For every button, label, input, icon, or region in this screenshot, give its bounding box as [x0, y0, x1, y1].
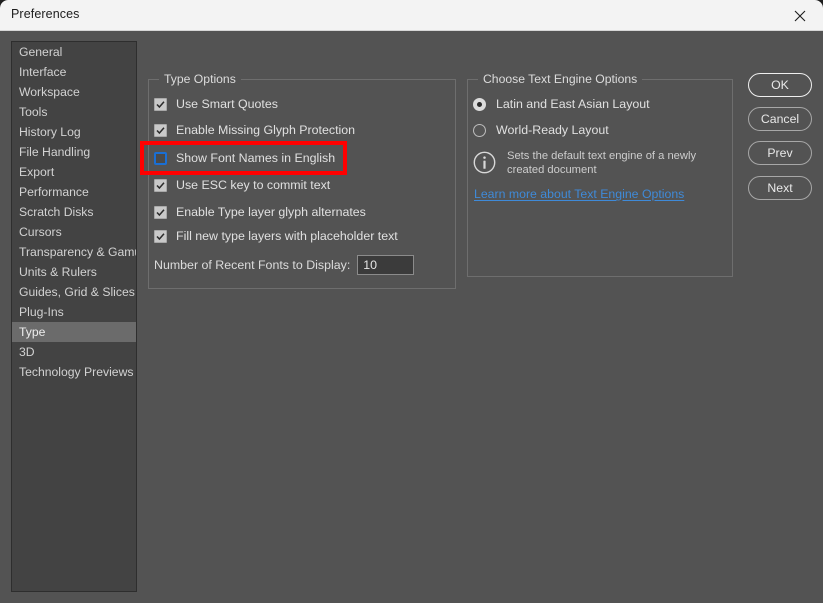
sidebar-item-type[interactable]: Type	[12, 322, 136, 342]
checkbox-label: Enable Type layer glyph alternates	[176, 205, 366, 219]
checkbox-label: Show Font Names in English	[176, 151, 336, 165]
sidebar-item-performance[interactable]: Performance	[12, 182, 136, 202]
sidebar-item-technology-previews[interactable]: Technology Previews	[12, 362, 136, 382]
sidebar-item-history-log[interactable]: History Log	[12, 122, 136, 142]
category-sidebar[interactable]: General Interface Workspace Tools Histor…	[11, 41, 137, 592]
recent-fonts-row: Number of Recent Fonts to Display:	[154, 255, 415, 275]
sidebar-item-transparency-gamut[interactable]: Transparency & Gamut	[12, 242, 136, 262]
learn-more-link[interactable]: Learn more about Text Engine Options	[474, 187, 684, 201]
checkbox-label: Use Smart Quotes	[176, 97, 278, 111]
recent-fonts-input[interactable]	[357, 255, 415, 275]
sidebar-item-tools[interactable]: Tools	[12, 102, 136, 122]
dialog-body: General Interface Workspace Tools Histor…	[0, 31, 823, 603]
window-title: Preferences	[11, 7, 80, 21]
radio-world-ready-layout[interactable]: World-Ready Layout	[473, 121, 609, 139]
sidebar-item-plug-ins[interactable]: Plug-Ins	[12, 302, 136, 322]
close-icon[interactable]	[777, 0, 823, 31]
ok-button[interactable]: OK	[748, 73, 812, 97]
checkbox-use-esc-key-to-commit-text[interactable]: Use ESC key to commit text	[154, 176, 330, 194]
prev-button[interactable]: Prev	[748, 141, 812, 165]
type-options-title: Type Options	[159, 72, 241, 86]
checkbox-box-checked[interactable]	[154, 205, 167, 219]
checkbox-fill-new-type-layers-with-placeholder-text[interactable]: Fill new type layers with placeholder te…	[154, 227, 398, 245]
checkbox-use-smart-quotes[interactable]: Use Smart Quotes	[154, 95, 278, 113]
sidebar-item-file-handling[interactable]: File Handling	[12, 142, 136, 162]
preferences-dialog: Preferences General Interface Workspace …	[0, 0, 823, 603]
sidebar-item-scratch-disks[interactable]: Scratch Disks	[12, 202, 136, 222]
cancel-button[interactable]: Cancel	[748, 107, 812, 131]
recent-fonts-label: Number of Recent Fonts to Display:	[154, 258, 351, 272]
title-bar: Preferences	[0, 0, 823, 31]
next-button[interactable]: Next	[748, 176, 812, 200]
checkbox-enable-type-layer-glyph-alternates[interactable]: Enable Type layer glyph alternates	[154, 203, 366, 221]
radio-label: Latin and East Asian Layout	[496, 97, 650, 111]
checkbox-box-checked[interactable]	[154, 97, 167, 111]
checkbox-box-unchecked[interactable]	[154, 151, 167, 165]
sidebar-item-units-rulers[interactable]: Units & Rulers	[12, 262, 136, 282]
info-icon	[473, 151, 496, 174]
radio-latin-and-east-asian-layout[interactable]: Latin and East Asian Layout	[473, 95, 650, 113]
sidebar-item-export[interactable]: Export	[12, 162, 136, 182]
checkbox-label: Fill new type layers with placeholder te…	[176, 229, 398, 243]
sidebar-item-interface[interactable]: Interface	[12, 62, 136, 82]
checkbox-box-checked[interactable]	[154, 123, 167, 137]
radio-button-selected[interactable]	[473, 97, 486, 111]
checkbox-box-checked[interactable]	[154, 229, 167, 243]
checkbox-label: Use ESC key to commit text	[176, 178, 331, 192]
text-engine-options-title: Choose Text Engine Options	[478, 72, 643, 86]
radio-button-unselected[interactable]	[473, 123, 486, 137]
checkbox-label: Enable Missing Glyph Protection	[176, 123, 356, 137]
checkbox-show-font-names-in-english[interactable]: Show Font Names in English	[154, 149, 335, 167]
info-text: Sets the default text engine of a newly …	[507, 150, 697, 176]
checkbox-box-checked[interactable]	[154, 178, 167, 192]
checkbox-enable-missing-glyph-protection[interactable]: Enable Missing Glyph Protection	[154, 121, 355, 139]
sidebar-item-guides-grid-slices[interactable]: Guides, Grid & Slices	[12, 282, 136, 302]
sidebar-item-workspace[interactable]: Workspace	[12, 82, 136, 102]
sidebar-item-cursors[interactable]: Cursors	[12, 222, 136, 242]
sidebar-item-general[interactable]: General	[12, 42, 136, 62]
text-engine-info-note: Sets the default text engine of a newly …	[473, 150, 707, 177]
radio-label: World-Ready Layout	[496, 123, 609, 137]
sidebar-item-3d[interactable]: 3D	[12, 342, 136, 362]
